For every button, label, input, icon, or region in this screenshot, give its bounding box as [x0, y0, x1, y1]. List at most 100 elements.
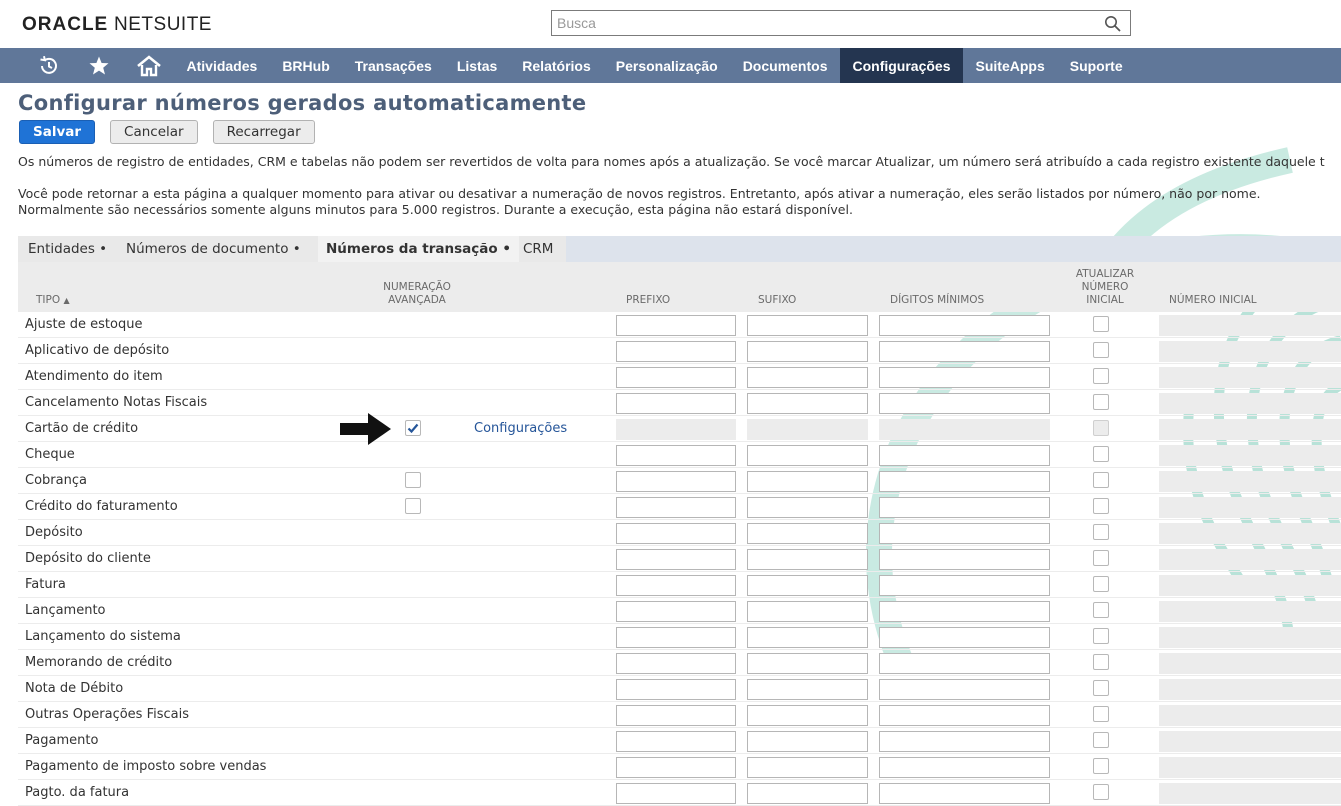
- suffix-input[interactable]: [747, 393, 868, 414]
- min-digits-input[interactable]: [879, 679, 1050, 700]
- update-initial-number-checkbox[interactable]: [1093, 524, 1109, 540]
- nav-transacoes[interactable]: Transações: [342, 48, 444, 83]
- update-initial-number-checkbox[interactable]: [1093, 628, 1109, 644]
- prefix-input[interactable]: [616, 315, 736, 336]
- suffix-input[interactable]: [747, 627, 868, 648]
- min-digits-input[interactable]: [879, 315, 1050, 336]
- suffix-input[interactable]: [747, 653, 868, 674]
- update-initial-number-checkbox[interactable]: [1093, 784, 1109, 800]
- suffix-input[interactable]: [747, 783, 868, 804]
- star-icon[interactable]: [74, 48, 124, 83]
- suffix-input[interactable]: [747, 367, 868, 388]
- prefix-input[interactable]: [616, 757, 736, 778]
- update-initial-number-checkbox[interactable]: [1093, 368, 1109, 384]
- prefix-input[interactable]: [616, 445, 736, 466]
- recent-records-icon[interactable]: [24, 48, 74, 83]
- col-tipo[interactable]: TIPO ▲: [36, 294, 70, 307]
- suffix-input[interactable]: [747, 341, 868, 362]
- suffix-input[interactable]: [747, 445, 868, 466]
- prefix-input[interactable]: [616, 627, 736, 648]
- update-initial-number-checkbox[interactable]: [1093, 498, 1109, 514]
- suffix-input[interactable]: [747, 757, 868, 778]
- update-initial-number-checkbox[interactable]: [1093, 342, 1109, 358]
- update-initial-number-checkbox[interactable]: [1093, 706, 1109, 722]
- min-digits-input[interactable]: [879, 601, 1050, 622]
- prefix-input[interactable]: [616, 783, 736, 804]
- nav-suiteapps[interactable]: SuiteApps: [963, 48, 1057, 83]
- prefix-input[interactable]: [616, 523, 736, 544]
- prefix-input[interactable]: [616, 705, 736, 726]
- nav-relatorios[interactable]: Relatórios: [510, 48, 603, 83]
- nav-atividades[interactable]: Atividades: [174, 48, 270, 83]
- tab-numeros-documento[interactable]: Números de documento •: [126, 236, 301, 262]
- update-initial-number-checkbox[interactable]: [1093, 758, 1109, 774]
- prefix-input[interactable]: [616, 575, 736, 596]
- min-digits-input[interactable]: [879, 393, 1050, 414]
- update-initial-number-checkbox[interactable]: [1093, 680, 1109, 696]
- cancel-button[interactable]: Cancelar: [110, 120, 198, 144]
- home-icon[interactable]: [124, 48, 174, 83]
- prefix-input[interactable]: [616, 731, 736, 752]
- prefix-input[interactable]: [616, 601, 736, 622]
- min-digits-input[interactable]: [879, 627, 1050, 648]
- update-initial-number-checkbox[interactable]: [1093, 394, 1109, 410]
- prefix-input[interactable]: [616, 497, 736, 518]
- min-digits-input[interactable]: [879, 523, 1050, 544]
- update-initial-number-checkbox[interactable]: [1093, 550, 1109, 566]
- min-digits-input[interactable]: [879, 757, 1050, 778]
- search-icon[interactable]: [1104, 15, 1122, 38]
- min-digits-input[interactable]: [879, 575, 1050, 596]
- suffix-input[interactable]: [747, 575, 868, 596]
- nav-listas[interactable]: Listas: [444, 48, 509, 83]
- min-digits-input[interactable]: [879, 731, 1050, 752]
- min-digits-input[interactable]: [879, 341, 1050, 362]
- suffix-input[interactable]: [747, 315, 868, 336]
- update-initial-number-checkbox[interactable]: [1093, 316, 1109, 332]
- suffix-input[interactable]: [747, 705, 868, 726]
- oracle-netsuite-logo[interactable]: ORACLE NETSUITE: [22, 14, 212, 36]
- prefix-input[interactable]: [616, 341, 736, 362]
- update-initial-number-checkbox[interactable]: [1093, 472, 1109, 488]
- suffix-input[interactable]: [747, 497, 868, 518]
- min-digits-input[interactable]: [879, 445, 1050, 466]
- prefix-input[interactable]: [616, 393, 736, 414]
- nav-suporte[interactable]: Suporte: [1057, 48, 1135, 83]
- update-initial-number-checkbox[interactable]: [1093, 576, 1109, 592]
- prefix-input[interactable]: [616, 679, 736, 700]
- min-digits-input[interactable]: [879, 367, 1050, 388]
- min-digits-input[interactable]: [879, 783, 1050, 804]
- update-initial-number-checkbox[interactable]: [1093, 602, 1109, 618]
- advanced-numbering-checkbox[interactable]: [405, 498, 421, 514]
- nav-documentos[interactable]: Documentos: [730, 48, 840, 83]
- suffix-input[interactable]: [747, 679, 868, 700]
- reload-button[interactable]: Recarregar: [212, 120, 315, 144]
- prefix-input[interactable]: [616, 653, 736, 674]
- min-digits-input[interactable]: [879, 653, 1050, 674]
- save-button[interactable]: Salvar: [19, 120, 96, 144]
- update-initial-number-checkbox[interactable]: [1093, 732, 1109, 748]
- suffix-input[interactable]: [747, 601, 868, 622]
- prefix-input[interactable]: [616, 549, 736, 570]
- nav-brhub[interactable]: BRHub: [270, 48, 342, 83]
- nav-configuracoes[interactable]: Configurações: [839, 48, 963, 83]
- tab-entidades[interactable]: Entidades •: [28, 236, 107, 262]
- prefix-input[interactable]: [616, 471, 736, 492]
- search-input[interactable]: [552, 11, 1097, 35]
- advanced-numbering-checkbox[interactable]: [405, 472, 421, 488]
- min-digits-input[interactable]: [879, 497, 1050, 518]
- update-initial-number-checkbox[interactable]: [1093, 446, 1109, 462]
- prefix-input[interactable]: [616, 367, 736, 388]
- suffix-input[interactable]: [747, 523, 868, 544]
- settings-link[interactable]: Configurações: [474, 421, 567, 436]
- suffix-input[interactable]: [747, 549, 868, 570]
- advanced-numbering-checkbox[interactable]: [405, 420, 421, 436]
- tab-crm[interactable]: CRM: [523, 236, 553, 262]
- min-digits-input[interactable]: [879, 705, 1050, 726]
- suffix-input[interactable]: [747, 471, 868, 492]
- min-digits-input[interactable]: [879, 549, 1050, 570]
- tab-numeros-transacao[interactable]: Números da transação •: [318, 236, 519, 262]
- min-digits-input[interactable]: [879, 471, 1050, 492]
- nav-personalizacao[interactable]: Personalização: [603, 48, 730, 83]
- update-initial-number-checkbox[interactable]: [1093, 654, 1109, 670]
- suffix-input[interactable]: [747, 731, 868, 752]
